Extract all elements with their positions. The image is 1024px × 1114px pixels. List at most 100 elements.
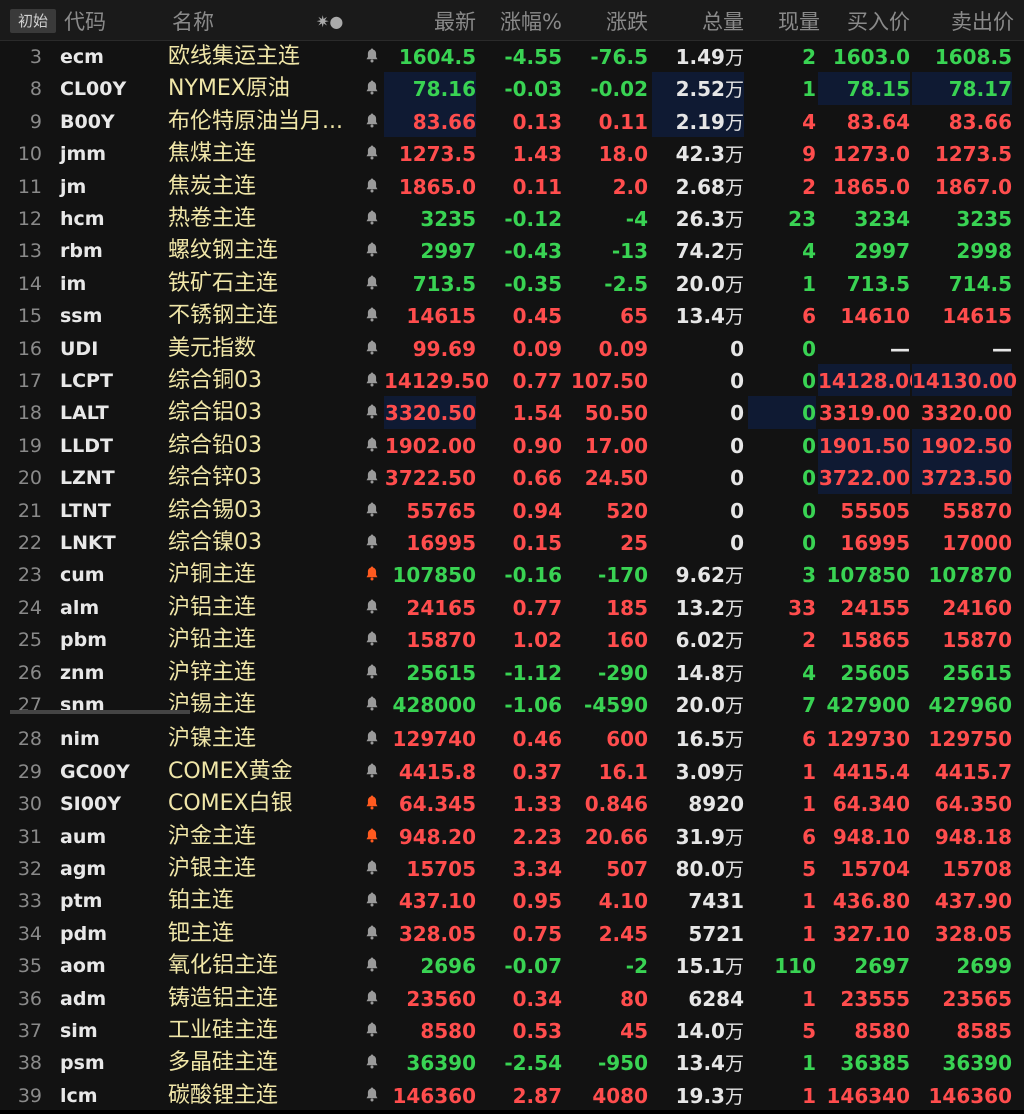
alert-bell-icon[interactable] <box>366 526 380 558</box>
table-row[interactable]: 35 aom 氧化铝主连 2696 -0.07 -2 15.1万 110 2697 2699 <box>0 949 1024 981</box>
symbol-code: GC00Y <box>60 760 130 783</box>
table-row[interactable]: 22 LNKT 综合镍03 16995 0.15 25 0 0 16995 17000 <box>0 526 1024 558</box>
alert-bell-icon[interactable] <box>366 755 380 787</box>
table-row[interactable]: 3 ecm 欧线集运主连 1604.5 -4.55 -76.5 1.49万 2 1603.0 16… <box>0 40 1024 72</box>
change-amount: 2.0 <box>612 174 648 199</box>
column-header-ask[interactable]: 卖出价 <box>912 0 1014 40</box>
alert-bell-icon[interactable] <box>366 917 380 949</box>
alert-bell-icon[interactable] <box>366 332 380 364</box>
alert-bell-icon[interactable] <box>366 461 380 493</box>
alert-bell-icon[interactable] <box>366 267 380 299</box>
alert-bell-icon[interactable] <box>366 234 380 266</box>
table-row[interactable]: 30 SI00Y COMEX白银 64.345 1.33 0.846 8920 1 64.340… <box>0 787 1024 819</box>
alert-bell-icon[interactable] <box>366 1014 380 1046</box>
column-header-bid[interactable]: 买入价 <box>818 0 910 40</box>
table-row[interactable]: 13 rbm 螺纹钢主连 2997 -0.43 -13 74.2万 4 2997 2998 <box>0 234 1024 266</box>
table-row[interactable]: 23 cum 沪铜主连 107850 -0.16 -170 9.62万 3 107850 1078… <box>0 558 1024 590</box>
table-row[interactable]: 21 LTNT 综合锡03 55765 0.94 520 0 0 55505 55870 <box>0 494 1024 526</box>
table-row[interactable]: 18 LALT 综合铝03 3320.50 1.54 50.50 0 0 3319.00 3320… <box>0 396 1024 429</box>
instrument-name: 综合铜03 <box>168 368 262 393</box>
alert-bell-icon[interactable] <box>366 722 380 754</box>
table-row[interactable]: 36 adm 铸造铝主连 23560 0.34 80 6284 1 23555 23565 <box>0 982 1024 1014</box>
column-header-cur[interactable]: 现量 <box>748 0 820 40</box>
alert-bell-icon[interactable] <box>366 364 380 396</box>
alert-bell-icon[interactable] <box>366 623 380 655</box>
alert-bell-icon[interactable] <box>366 884 380 916</box>
column-header-code[interactable]: 代码 <box>64 0 106 40</box>
table-row[interactable]: 25 pbm 沪铅主连 15870 1.02 160 6.02万 2 15865 15870 <box>0 623 1024 655</box>
table-row[interactable]: 26 znm 沪锌主连 25615 -1.12 -290 14.8万 4 25605 25615 <box>0 656 1024 688</box>
alert-bell-icon[interactable] <box>366 299 380 331</box>
reset-button[interactable]: 初始 <box>10 9 56 33</box>
table-row[interactable]: 39 lcm 碳酸锂主连 146360 2.87 4080 19.3万 1 146340 1463… <box>0 1079 1024 1111</box>
ask-price: 107870 <box>928 563 1013 588</box>
alert-bell-icon[interactable] <box>366 494 380 526</box>
last-price: 2997 <box>420 239 476 264</box>
total-volume: 6.02万 <box>652 623 744 655</box>
alert-bell-icon[interactable] <box>366 137 380 169</box>
table-row[interactable]: 32 agm 沪银主连 15705 3.34 507 80.0万 5 15704 15708 <box>0 852 1024 884</box>
alert-bell-icon[interactable] <box>366 202 380 234</box>
table-row[interactable]: 37 sim 工业硅主连 8580 0.53 45 14.0万 5 8580 8585 <box>0 1014 1024 1046</box>
last-price: 23560 <box>406 986 476 1011</box>
alert-bell-icon[interactable] <box>366 396 380 428</box>
table-row[interactable]: 28 nim 沪镍主连 129740 0.46 600 16.5万 6 129730 129750 <box>0 722 1024 754</box>
total-volume-value: 8920 <box>688 792 744 817</box>
change-amount: 16.1 <box>598 759 648 784</box>
row-number: 10 <box>17 143 42 166</box>
last-price: 3320.50 <box>384 396 476 429</box>
alert-bell-icon[interactable] <box>366 820 380 852</box>
column-header-vol[interactable]: 总量 <box>652 0 744 40</box>
table-row[interactable]: 12 hcm 热卷主连 3235 -0.12 -4 26.3万 23 3234 3235 <box>0 202 1024 234</box>
bid-price: 3722.00 <box>818 461 910 494</box>
table-row[interactable]: 16 UDI 美元指数 99.69 0.09 0.09 0 0 — — <box>0 332 1024 364</box>
table-row[interactable]: 34 pdm 钯主连 328.05 0.75 2.45 5721 1 327.10 328.05 <box>0 917 1024 949</box>
table-row[interactable]: 17 LCPT 综合铜03 14129.50 0.77 107.50 0 0 14128.00 1… <box>0 364 1024 397</box>
alert-bell-icon[interactable] <box>366 558 380 590</box>
alert-bell-icon[interactable] <box>366 688 380 720</box>
table-row[interactable]: 38 psm 多晶硅主连 36390 -2.54 -950 13.4万 1 36385 36390 <box>0 1046 1024 1078</box>
column-header-pct[interactable]: 涨幅% <box>480 0 562 40</box>
alert-bell-icon[interactable] <box>366 852 380 884</box>
instrument-name: 美元指数 <box>168 335 257 361</box>
alert-bell-icon[interactable] <box>366 1079 380 1111</box>
table-row[interactable]: 10 jmm 焦煤主连 1273.5 1.43 18.0 42.3万 9 1273.0 1273.… <box>0 137 1024 169</box>
alert-bell-icon[interactable] <box>366 787 380 819</box>
table-row[interactable]: 29 GC00Y COMEX黄金 4415.8 0.37 16.1 3.09万 1 4415.4… <box>0 755 1024 787</box>
alert-bell-icon[interactable] <box>366 429 380 461</box>
current-volume: 6 <box>802 824 816 849</box>
alert-bell-icon[interactable] <box>366 1046 380 1078</box>
table-row[interactable]: 31 aum 沪金主连 948.20 2.23 20.66 31.9万 6 948.10 948.… <box>0 820 1024 852</box>
symbol-code: nim <box>60 728 100 751</box>
last-price: 107850 <box>392 563 477 588</box>
alert-bell-icon[interactable] <box>366 982 380 1014</box>
table-row[interactable]: 27 snm 沪锡主连 428000 -1.06 -4590 20.0万 7 427900 427… <box>0 688 1024 720</box>
volume-unit: 万 <box>724 630 744 653</box>
column-settings-icon[interactable]: ✷● <box>316 0 343 40</box>
instrument-name: 沪金主连 <box>168 823 257 849</box>
table-row[interactable]: 19 LLDT 综合铅03 1902.00 0.90 17.00 0 0 1901.50 1902… <box>0 428 1024 462</box>
row-number: 20 <box>17 467 42 490</box>
volume-unit: 万 <box>724 111 744 134</box>
table-row[interactable]: 20 LZNT 综合锌03 3722.50 0.66 24.50 0 0 3722.00 3723… <box>0 461 1024 494</box>
column-header-chg[interactable]: 涨跌 <box>566 0 648 40</box>
symbol-code: rbm <box>60 240 103 263</box>
alert-bell-icon[interactable] <box>366 656 380 688</box>
alert-bell-icon[interactable] <box>366 949 380 981</box>
last-price: 3235 <box>420 207 476 231</box>
alert-bell-icon[interactable] <box>366 40 380 72</box>
table-row[interactable]: 14 im 铁矿石主连 713.5 -0.35 -2.5 20.0万 1 713.5 714.5 <box>0 267 1024 299</box>
table-row[interactable]: 24 alm 沪铝主连 24165 0.77 185 13.2万 33 24155 24160 <box>0 591 1024 623</box>
alert-bell-icon[interactable] <box>366 105 380 137</box>
alert-bell-icon[interactable] <box>366 72 380 104</box>
table-row[interactable]: 33 ptm 铂主连 437.10 0.95 4.10 7431 1 436.80 437.90 <box>0 884 1024 916</box>
table-row[interactable]: 15 ssm 不锈钢主连 14615 0.45 65 13.4万 6 14610 14615 <box>0 299 1024 331</box>
table-row[interactable]: 11 jm 焦炭主连 1865.0 0.11 2.0 2.68万 2 1865.0 1867.0 <box>0 170 1024 202</box>
table-row[interactable]: 9 B00Y 布伦特原油当月... 83.66 0.13 0.11 2.19万 4 83.64 8… <box>0 104 1024 138</box>
alert-bell-icon[interactable] <box>366 591 380 623</box>
column-header-name[interactable]: 名称 <box>172 0 214 40</box>
column-header-last[interactable]: 最新 <box>410 0 476 40</box>
table-row[interactable]: 8 CL00Y NYMEX原油 78.16 -0.03 -0.02 2.52万 1 78.15 7… <box>0 72 1024 105</box>
current-volume: 23 <box>788 207 816 231</box>
alert-bell-icon[interactable] <box>366 170 380 202</box>
